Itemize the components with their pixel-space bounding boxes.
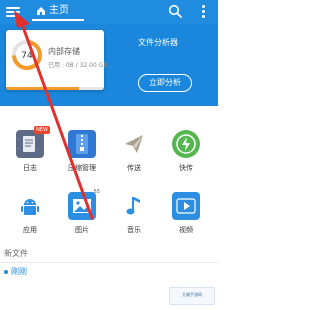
zip-icon — [68, 130, 96, 158]
storage-percent: 74 — [21, 51, 33, 61]
divider — [0, 262, 218, 263]
tab-home-label: 主页 — [49, 5, 69, 16]
internal-storage-card[interactable]: 74 内部存储 已用 : 0B / 32.00 GB — [6, 30, 108, 90]
recent-group-just-now[interactable]: 刚刚 — [4, 266, 27, 277]
grid-item-label: 日志 — [23, 164, 37, 172]
search-icon[interactable] — [168, 4, 182, 18]
analyze-now-button[interactable]: 立即分析 — [138, 74, 192, 92]
grid-item-label: 应用 — [23, 226, 37, 234]
menu-icon[interactable] — [6, 5, 20, 19]
log-book-icon — [16, 130, 44, 158]
grid-item-label: 传送 — [127, 164, 141, 172]
storage-detail: 已用 : 0B / 32.00 GB — [48, 62, 108, 69]
new-badge: NEW — [34, 126, 50, 134]
grid-item-label: 音乐 — [127, 226, 141, 234]
storage-progress-bar — [6, 87, 104, 90]
grid-item-video[interactable]: 视频 — [166, 184, 206, 234]
recent-files-heading: 新文件 — [4, 249, 28, 258]
quick-transfer-icon — [172, 130, 200, 158]
file-analyzer-title: 文件分析器 — [138, 38, 178, 47]
android-icon — [16, 192, 44, 220]
grid-item-label: 快传 — [179, 164, 193, 172]
recent-group-label: 刚刚 — [11, 267, 27, 276]
more-vertical-icon[interactable] — [200, 4, 206, 20]
video-icon — [172, 192, 200, 220]
top-app-bar: 主页 — [0, 0, 218, 24]
storage-progress-fill — [6, 87, 79, 90]
grid-item-label: 图片 — [75, 226, 89, 234]
grid-item-images[interactable]: 55 图片 — [62, 184, 102, 234]
tab-home[interactable]: 主页 — [32, 3, 84, 21]
grid-item-music[interactable]: 音乐 — [114, 184, 154, 234]
storage-title: 内部存储 — [48, 47, 80, 56]
music-icon — [120, 192, 148, 220]
grid-item-quick-transfer[interactable]: 快传 — [166, 122, 206, 172]
image-icon — [68, 192, 96, 220]
grid-item-log[interactable]: NEW 日志 — [10, 122, 50, 172]
grid-item-label: 压缩管理 — [68, 164, 96, 172]
grid-item-label: 视频 — [179, 226, 193, 234]
grid-item-apps[interactable]: 应用 — [10, 184, 50, 234]
bullet-icon — [4, 269, 8, 274]
grid-item-zip[interactable]: 压缩管理 — [62, 122, 102, 172]
storage-usage-ring: 74 — [12, 40, 42, 70]
home-icon — [37, 7, 45, 15]
send-plane-icon — [120, 130, 148, 158]
count-badge: 55 — [93, 189, 100, 195]
grid-item-send[interactable]: 传送 — [114, 122, 154, 172]
watermark-logo: 大福手游网 — [169, 287, 215, 305]
